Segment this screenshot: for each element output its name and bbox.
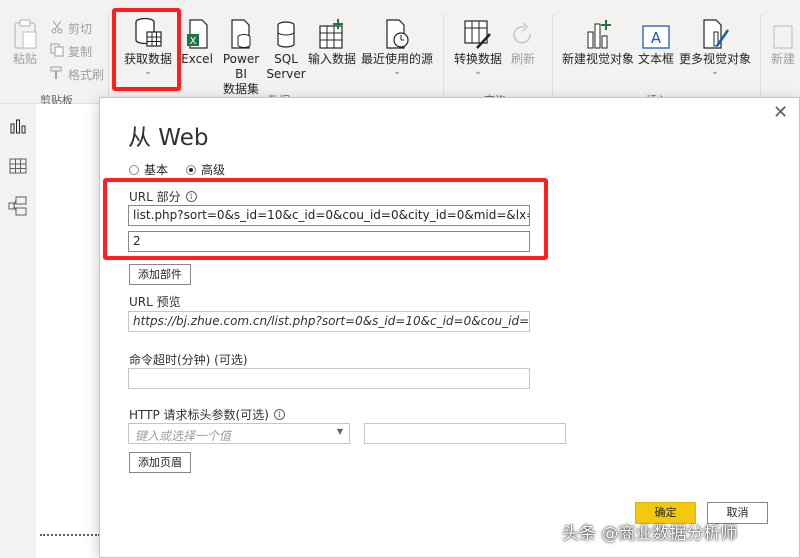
more-visuals-icon bbox=[700, 14, 730, 50]
mode-radio-group: 基本 高级 bbox=[129, 161, 243, 178]
enter-data-label: 输入数据 bbox=[307, 52, 356, 66]
cut-label: 剪切 bbox=[68, 22, 93, 36]
new-measure-label: 新建 bbox=[770, 52, 795, 66]
recent-sources-icon bbox=[383, 14, 411, 50]
advanced-label: 高级 bbox=[201, 163, 226, 177]
watermark: 头条 @商业数据分析师 bbox=[562, 524, 738, 544]
model-view-icon[interactable] bbox=[8, 196, 28, 216]
excel-icon: X bbox=[185, 14, 209, 50]
header-name-dropdown[interactable]: 键入或选择一个值 ▼ bbox=[128, 423, 350, 444]
transform-data-icon bbox=[463, 14, 493, 50]
sql-label-1: SQL bbox=[274, 52, 298, 66]
header-name-placeholder: 键入或选择一个值 bbox=[135, 429, 232, 443]
text-box-label: 文本框 bbox=[637, 52, 674, 66]
refresh-icon bbox=[511, 14, 535, 50]
cut-button[interactable]: 剪切 bbox=[50, 20, 92, 37]
paste-button[interactable]: 粘贴 bbox=[8, 14, 42, 67]
copy-label: 复制 bbox=[68, 45, 93, 59]
basic-radio[interactable] bbox=[129, 164, 139, 175]
separator bbox=[760, 14, 761, 96]
excel-label: Excel bbox=[181, 52, 213, 66]
copy-button[interactable]: 复制 bbox=[50, 43, 92, 60]
advanced-radio[interactable] bbox=[186, 164, 197, 175]
info-icon[interactable]: i bbox=[273, 409, 285, 420]
powerbi-label-1: Power BI bbox=[222, 52, 260, 81]
sql-server-icon bbox=[275, 14, 297, 50]
chevron-down-icon: ▼ bbox=[336, 427, 343, 436]
powerbi-dataset-button[interactable]: Power BI 数据集 bbox=[216, 14, 266, 97]
separator bbox=[443, 14, 444, 96]
paste-icon bbox=[12, 14, 38, 50]
new-visual-button[interactable]: 新建视觉对象 bbox=[560, 14, 636, 67]
format-painter-icon bbox=[50, 66, 64, 83]
chevron-down-icon: ⌄ bbox=[711, 67, 719, 77]
dialog-title: 从 Web bbox=[128, 125, 209, 151]
chevron-down-icon: ⌄ bbox=[393, 67, 401, 77]
format-painter-label: 格式刷 bbox=[68, 68, 105, 82]
url-preview-label: URL 预览 bbox=[129, 295, 181, 309]
separator bbox=[552, 14, 553, 96]
header-value-input[interactable] bbox=[364, 423, 566, 444]
new-measure-icon bbox=[771, 14, 795, 50]
new-visual-icon bbox=[584, 14, 612, 50]
refresh-label: 刷新 bbox=[510, 52, 535, 66]
format-painter-button[interactable]: 格式刷 bbox=[50, 66, 104, 83]
paste-label: 粘贴 bbox=[12, 52, 37, 66]
http-headers-label: HTTP 请求标头参数(可选) i bbox=[129, 406, 285, 423]
report-view-icon[interactable] bbox=[8, 116, 28, 136]
canvas-boundary bbox=[40, 534, 100, 536]
refresh-button[interactable]: 刷新 bbox=[508, 14, 538, 67]
url-preview-field: https://bj.zhue.com.cn/list.php?sort=0&s… bbox=[128, 311, 530, 332]
more-visuals-button[interactable]: 更多视觉对象 ⌄ bbox=[676, 14, 754, 77]
new-measure-button[interactable]: 新建 bbox=[766, 14, 800, 67]
powerbi-dataset-icon bbox=[228, 14, 254, 50]
http-headers-label-text: HTTP 请求标头参数(可选) bbox=[129, 408, 269, 422]
data-view-icon[interactable] bbox=[8, 156, 28, 176]
text-box-button[interactable]: A 文本框 bbox=[636, 14, 676, 67]
svg-text:X: X bbox=[190, 36, 197, 47]
copy-icon bbox=[50, 43, 64, 60]
recent-sources-label: 最近使用的源 bbox=[360, 52, 433, 66]
new-visual-label: 新建视觉对象 bbox=[561, 52, 634, 66]
powerbi-label-2: 数据集 bbox=[222, 82, 259, 96]
add-header-button[interactable]: 添加页眉 bbox=[129, 452, 191, 473]
more-visuals-label: 更多视觉对象 bbox=[678, 52, 751, 66]
recent-sources-button[interactable]: 最近使用的源 ⌄ bbox=[358, 14, 436, 77]
svg-text:A: A bbox=[651, 29, 662, 47]
from-web-dialog: 从 Web ✕ 基本 高级 URL 部分 i list.php?sort=0&s… bbox=[99, 97, 800, 558]
close-icon[interactable]: ✕ bbox=[773, 102, 788, 123]
text-box-icon: A bbox=[641, 14, 671, 50]
cut-icon bbox=[50, 20, 64, 37]
enter-data-button[interactable]: 输入数据 bbox=[306, 14, 358, 67]
view-rail bbox=[0, 104, 36, 558]
sql-server-button[interactable]: SQL Server bbox=[266, 14, 306, 82]
timeout-input[interactable] bbox=[128, 368, 530, 389]
timeout-label: 命令超时(分钟) (可选) bbox=[129, 353, 248, 367]
separator bbox=[108, 14, 109, 96]
enter-data-icon bbox=[318, 14, 346, 50]
add-part-button[interactable]: 添加部件 bbox=[129, 264, 191, 285]
ribbon: 粘贴 剪切 复制 格式刷 剪贴板 获取数据 ⌄ X Excel Power BI… bbox=[0, 0, 800, 107]
excel-button[interactable]: X Excel bbox=[181, 14, 213, 67]
basic-label: 基本 bbox=[144, 163, 169, 177]
chevron-down-icon: ⌄ bbox=[474, 67, 482, 77]
transform-data-button[interactable]: 转换数据 ⌄ bbox=[450, 14, 506, 77]
highlight-get-data bbox=[112, 8, 181, 91]
transform-data-label: 转换数据 bbox=[453, 52, 502, 66]
sql-label-2: Server bbox=[266, 67, 306, 81]
highlight-url-parts bbox=[103, 178, 548, 260]
